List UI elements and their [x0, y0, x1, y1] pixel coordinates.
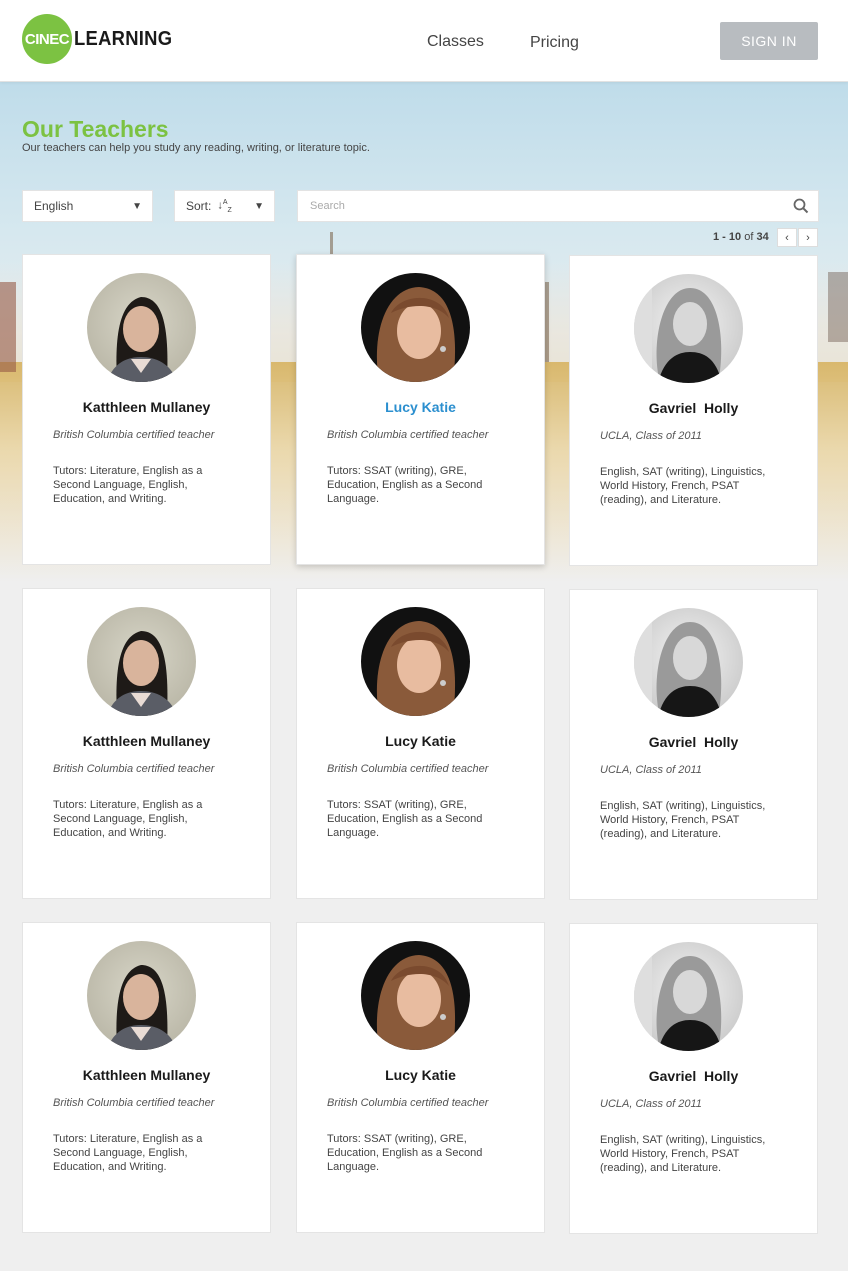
logo-word: LEARNING	[74, 27, 173, 50]
teacher-credential: British Columbia certified teacher	[53, 763, 215, 775]
search-icon[interactable]	[793, 198, 809, 214]
teacher-subjects: English, SAT (writing), Linguistics, Wor…	[600, 466, 766, 506]
teacher-avatar[interactable]	[361, 607, 470, 716]
teacher-card[interactable]: Gavriel Holly UCLA, Class of 2011 English,…	[569, 923, 818, 1234]
nav-classes[interactable]: Classes	[427, 33, 484, 51]
search-input[interactable]	[298, 191, 778, 221]
teacher-avatar[interactable]	[87, 607, 196, 716]
pagination-count: 1 - 10 of 34	[713, 231, 769, 243]
search-box	[297, 190, 819, 222]
chevron-left-icon: ‹	[785, 231, 789, 244]
teacher-credential: British Columbia certified teacher	[53, 429, 215, 441]
teacher-credential: British Columbia certified teacher	[327, 429, 489, 441]
page-subtitle: Our teachers can help you study any read…	[22, 142, 370, 154]
cinec-learning-logo[interactable]: CINEC LEARNING	[22, 14, 181, 64]
teacher-credential: British Columbia certified teacher	[327, 763, 489, 775]
caret-down-icon: ▼	[254, 201, 264, 212]
sort-label: Sort:	[186, 199, 212, 213]
teacher-card[interactable]: Gavriel Holly UCLA, Class of 2011 English,…	[569, 255, 818, 566]
teacher-name[interactable]: Lucy Katie	[297, 399, 544, 415]
teacher-name[interactable]: Katthleen Mullaney	[23, 733, 270, 749]
teacher-card[interactable]: Katthleen Mullaney British Columbia certi…	[22, 254, 271, 565]
teacher-subjects: Tutors: Literature, English as a Second …	[53, 465, 203, 505]
page-title: Our Teachers	[22, 116, 169, 142]
teacher-card[interactable]: Katthleen Mullaney British Columbia certi…	[22, 588, 271, 899]
caret-down-icon: ▼	[132, 201, 142, 212]
teacher-subjects: Tutors: Literature, English as a Second …	[53, 1133, 203, 1173]
teacher-card[interactable]: Gavriel Holly UCLA, Class of 2011 English,…	[569, 589, 818, 900]
teacher-name[interactable]: Gavriel Holly	[570, 1068, 817, 1084]
teacher-name[interactable]: Katthleen Mullaney	[23, 1067, 270, 1083]
teacher-card[interactable]: Lucy Katie British Columbia certified tea…	[296, 588, 545, 899]
teacher-name[interactable]: Katthleen Mullaney	[23, 399, 270, 415]
teacher-avatar[interactable]	[634, 608, 743, 717]
teacher-avatar[interactable]	[87, 273, 196, 382]
sort-select[interactable]: Sort: ↓AZ ▼	[174, 190, 275, 222]
teacher-name[interactable]: Lucy Katie	[297, 1067, 544, 1083]
logo-mark: CINEC	[22, 14, 72, 64]
sort-alpha-icon: ↓AZ	[217, 198, 232, 214]
teacher-subjects: Tutors: SSAT (writing), GRE, Education, …	[327, 1133, 483, 1173]
teacher-credential: UCLA, Class of 2011	[600, 430, 702, 442]
teacher-avatar[interactable]	[87, 941, 196, 1050]
pagination-range: 1 - 10	[713, 231, 742, 243]
teacher-card[interactable]: Katthleen Mullaney British Columbia certi…	[22, 922, 271, 1233]
teacher-name[interactable]: Lucy Katie	[297, 733, 544, 749]
nav-pricing[interactable]: Pricing	[530, 34, 579, 52]
teacher-subjects: Tutors: SSAT (writing), GRE, Education, …	[327, 465, 483, 505]
teacher-subjects: Tutors: Literature, English as a Second …	[53, 799, 203, 839]
language-select[interactable]: English ▼	[22, 190, 153, 222]
teacher-avatar[interactable]	[634, 274, 743, 383]
teacher-card[interactable]: Lucy Katie British Columbia certified tea…	[296, 922, 545, 1233]
chevron-right-icon: ›	[806, 231, 810, 244]
pagination-of: of	[744, 231, 754, 243]
language-select-value: English	[34, 199, 74, 213]
teacher-card[interactable]: Lucy Katie British Columbia certified tea…	[296, 254, 545, 565]
teacher-subjects: English, SAT (writing), Linguistics, Wor…	[600, 1134, 766, 1174]
teacher-credential: UCLA, Class of 2011	[600, 764, 702, 776]
top-header: CINEC LEARNING Classes Pricing SIGN IN	[0, 0, 848, 82]
teacher-subjects: English, SAT (writing), Linguistics, Wor…	[600, 800, 766, 840]
teacher-credential: British Columbia certified teacher	[327, 1097, 489, 1109]
teacher-avatar[interactable]	[634, 942, 743, 1051]
prev-page-button[interactable]: ‹	[777, 228, 797, 247]
teacher-subjects: Tutors: SSAT (writing), GRE, Education, …	[327, 799, 483, 839]
teacher-name[interactable]: Gavriel Holly	[570, 400, 817, 416]
sign-in-button[interactable]: SIGN IN	[720, 22, 818, 60]
teacher-avatar[interactable]	[361, 941, 470, 1050]
teacher-credential: British Columbia certified teacher	[53, 1097, 215, 1109]
teacher-avatar[interactable]	[361, 273, 470, 382]
pagination-total: 34	[756, 231, 769, 243]
teacher-name[interactable]: Gavriel Holly	[570, 734, 817, 750]
next-page-button[interactable]: ›	[798, 228, 818, 247]
teacher-credential: UCLA, Class of 2011	[600, 1098, 702, 1110]
